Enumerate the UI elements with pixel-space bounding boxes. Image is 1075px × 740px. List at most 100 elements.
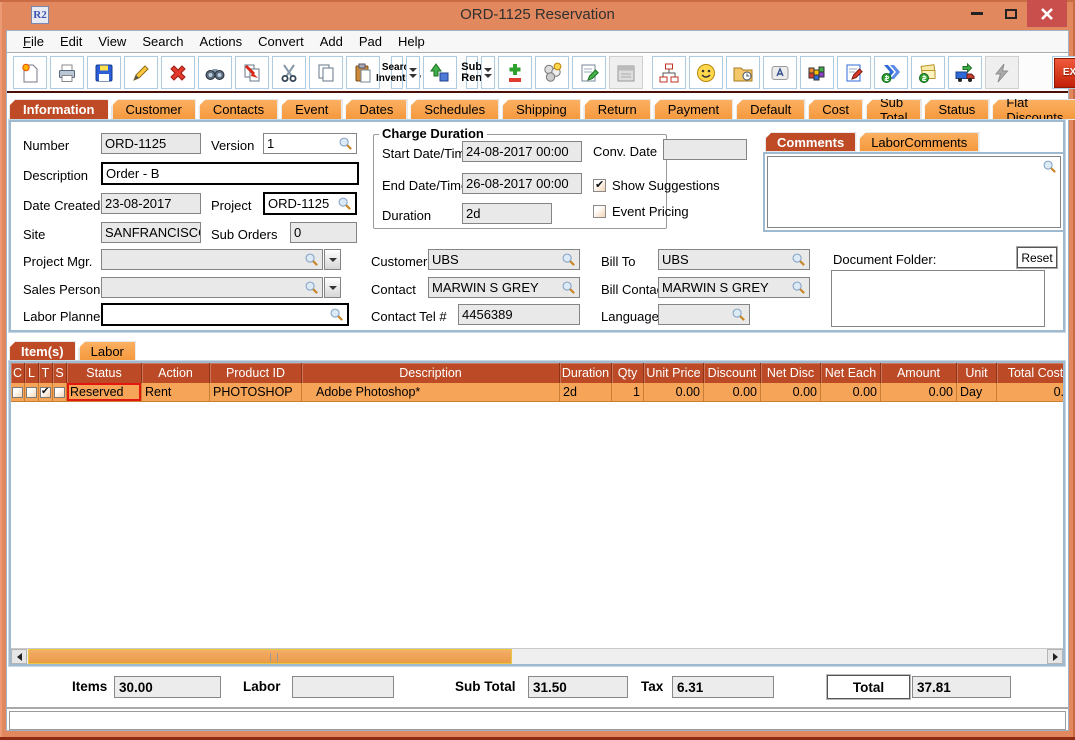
bill-contact-field[interactable]: MARWIN S GREY — [658, 277, 810, 298]
paste-button[interactable] — [346, 56, 380, 89]
copy-button[interactable] — [309, 56, 343, 89]
exit-button[interactable]: EXIT — [1052, 56, 1075, 89]
title-bar[interactable]: R2 ORD-1125 Reservation — [0, 0, 1075, 30]
cell-net-disc[interactable]: 0.00 — [761, 383, 821, 402]
search-icon[interactable] — [304, 280, 319, 295]
sub-rent-button[interactable]: Sub Rent — [466, 56, 478, 89]
cell-status[interactable]: Reserved — [67, 383, 142, 402]
reset-button[interactable]: Reset — [1017, 247, 1057, 268]
scroll-left-button[interactable] — [11, 649, 27, 664]
tab-sub-total[interactable]: Sub Total — [866, 99, 921, 120]
labor-planner-field[interactable] — [101, 303, 349, 326]
folder-history-button[interactable] — [726, 56, 760, 89]
tab-dates[interactable]: Dates — [345, 99, 407, 120]
tab-flat-discounts[interactable]: Flat Discounts — [992, 99, 1075, 120]
description-field[interactable]: Order - B — [101, 162, 359, 185]
language-field[interactable] — [658, 304, 750, 325]
tab-shipping[interactable]: Shipping — [502, 99, 581, 120]
sub-rent-dropdown[interactable] — [481, 56, 495, 89]
version-field[interactable]: 1 — [263, 133, 357, 154]
cell-net-each[interactable]: 0.00 — [821, 383, 881, 402]
cell-qty[interactable]: 1 — [612, 383, 644, 402]
menu-search[interactable]: Search — [134, 32, 191, 51]
menu-file[interactable]: File — [15, 32, 52, 51]
close-button[interactable] — [1027, 0, 1067, 27]
cell-s-checkbox[interactable] — [53, 383, 67, 402]
cell-l-checkbox[interactable] — [25, 383, 39, 402]
minimize-button[interactable] — [961, 0, 993, 27]
site-field[interactable]: SANFRANCISCO — [101, 222, 201, 243]
menu-pad[interactable]: Pad — [351, 32, 390, 51]
tab-comments[interactable]: Comments — [765, 132, 856, 152]
print-button[interactable] — [50, 56, 84, 89]
cell-duration[interactable]: 2d — [560, 383, 612, 402]
tab-cost[interactable]: Cost — [808, 99, 863, 120]
tab-items[interactable]: Item(s) — [9, 341, 76, 361]
menu-edit[interactable]: Edit — [52, 32, 90, 51]
search-icon[interactable] — [731, 307, 746, 322]
org-chart-button[interactable] — [652, 56, 686, 89]
cut-button[interactable] — [272, 56, 306, 89]
save-button[interactable] — [87, 56, 121, 89]
invoice-money-button[interactable] — [911, 56, 945, 89]
tab-customer[interactable]: Customer — [112, 99, 196, 120]
conv-date-field[interactable] — [663, 139, 747, 160]
search-icon[interactable] — [1042, 159, 1057, 174]
cell-action[interactable]: Rent — [142, 383, 210, 402]
find-button[interactable] — [198, 56, 232, 89]
search-icon[interactable] — [561, 252, 576, 267]
end-date-field[interactable]: 26-08-2017 00:00 — [462, 173, 582, 194]
search-icon[interactable] — [337, 196, 352, 211]
cell-unit[interactable]: Day — [957, 383, 997, 402]
cell-product-id[interactable]: PHOTOSHOP — [210, 383, 302, 402]
blocks-button[interactable] — [800, 56, 834, 89]
add-remove-button[interactable] — [498, 56, 532, 89]
maximize-button[interactable] — [995, 0, 1027, 27]
tab-status[interactable]: Status — [924, 99, 989, 120]
project-mgr-dropdown[interactable] — [324, 249, 341, 270]
comments-textarea[interactable] — [767, 156, 1061, 228]
search-icon[interactable] — [304, 252, 319, 267]
scroll-right-button[interactable] — [1047, 649, 1063, 664]
search-icon[interactable] — [791, 280, 806, 295]
cell-total-cost[interactable]: 0.0 — [997, 383, 1065, 402]
tab-schedules[interactable]: Schedules — [410, 99, 499, 120]
notes-button[interactable] — [572, 56, 606, 89]
number-field[interactable]: ORD-1125 — [101, 133, 201, 154]
event-pricing-checkbox[interactable] — [593, 205, 606, 218]
search-inventory-dropdown[interactable] — [406, 56, 420, 89]
tab-payment[interactable]: Payment — [654, 99, 733, 120]
checkbox-icon[interactable] — [12, 387, 23, 398]
document-folder-field[interactable] — [831, 270, 1045, 327]
sales-person-field[interactable] — [101, 277, 323, 298]
delete-button[interactable] — [161, 56, 195, 89]
search-icon[interactable] — [329, 307, 344, 322]
bill-to-field[interactable]: UBS — [658, 249, 810, 270]
tab-event[interactable]: Event — [281, 99, 342, 120]
edit-button[interactable] — [124, 56, 158, 89]
show-suggestions-checkbox[interactable] — [593, 179, 606, 192]
tab-labor[interactable]: Labor — [79, 341, 136, 361]
cell-amount[interactable]: 0.00 — [881, 383, 957, 402]
delivery-truck-button[interactable] — [948, 56, 982, 89]
convert-shapes-button[interactable] — [423, 56, 457, 89]
smiley-button[interactable] — [689, 56, 723, 89]
tab-labor-comments[interactable]: LaborComments — [859, 132, 979, 152]
menu-add[interactable]: Add — [312, 32, 351, 51]
sales-person-dropdown[interactable] — [324, 277, 341, 298]
checkbox-icon[interactable] — [40, 387, 51, 398]
tab-default[interactable]: Default — [736, 99, 805, 120]
contact-tel-field[interactable]: 4456389 — [458, 304, 580, 325]
cell-description[interactable]: Adobe Photoshop* — [302, 383, 560, 402]
group-query-button[interactable] — [535, 56, 569, 89]
contact-field[interactable]: MARWIN S GREY — [428, 277, 580, 298]
customer-field[interactable]: UBS — [428, 249, 580, 270]
project-field[interactable]: ORD-1125 — [263, 192, 357, 215]
duration-field[interactable]: 2d — [462, 203, 552, 224]
table-row[interactable]: Reserved Rent PHOTOSHOP Adobe Photoshop*… — [11, 383, 1063, 402]
cell-unit-price[interactable]: 0.00 — [644, 383, 704, 402]
checkbox-icon[interactable] — [54, 387, 65, 398]
money-transfer-button[interactable] — [874, 56, 908, 89]
transfer-button[interactable] — [235, 56, 269, 89]
menu-actions[interactable]: Actions — [192, 32, 251, 51]
